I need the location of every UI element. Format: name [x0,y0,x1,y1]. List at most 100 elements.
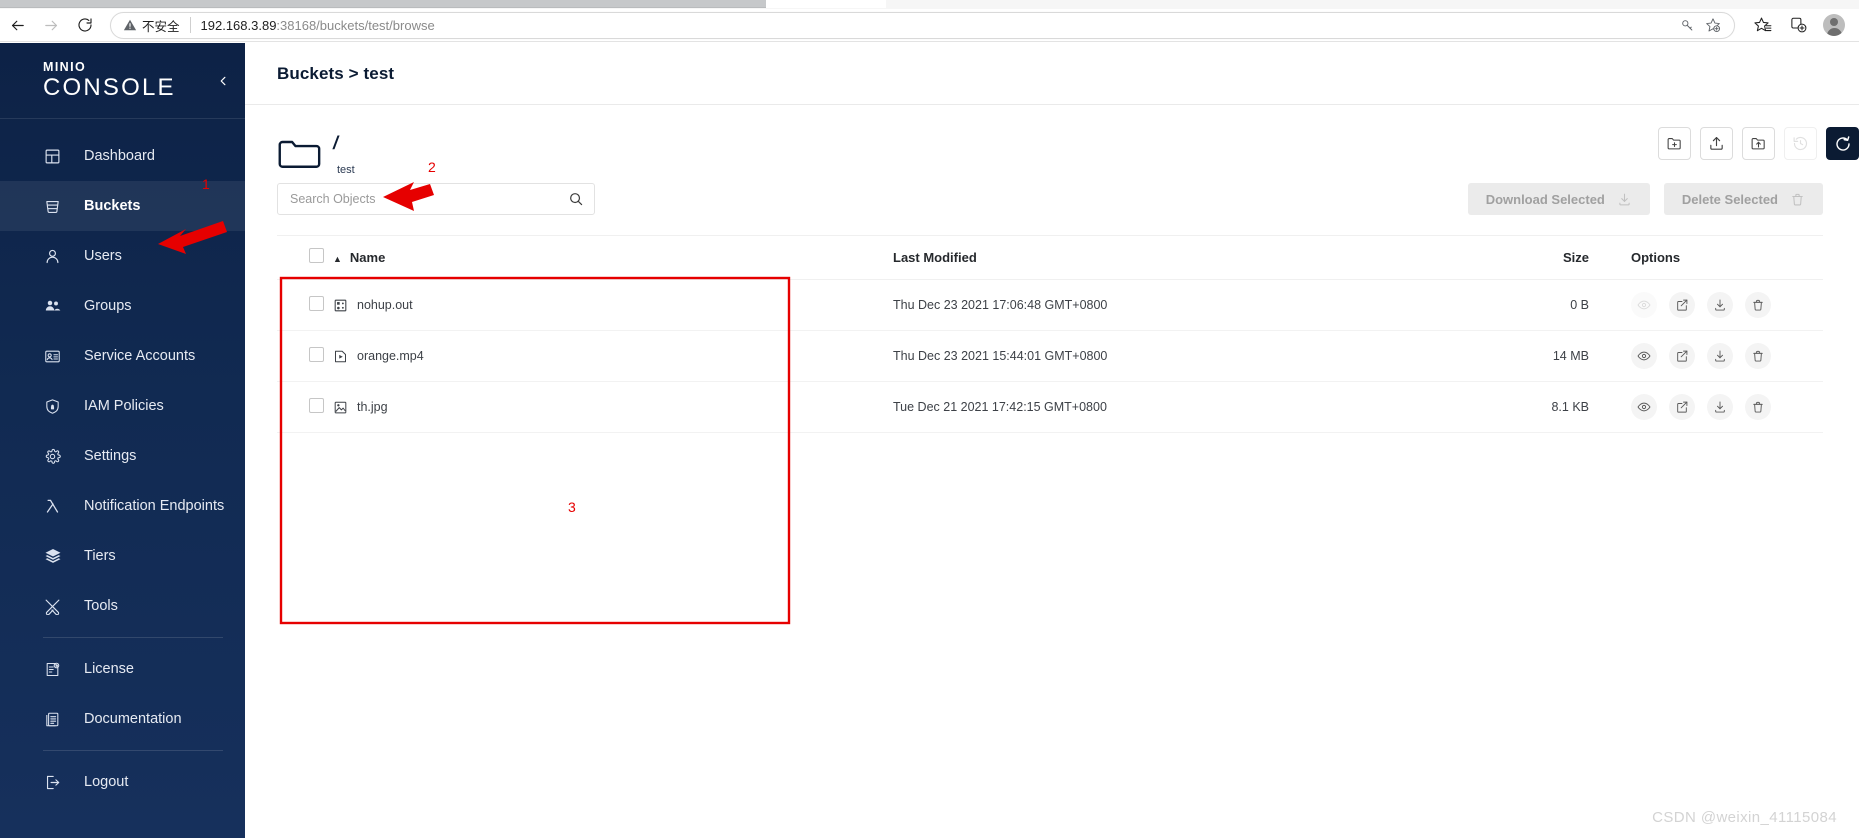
sidebar-item-label: Notification Endpoints [84,498,225,514]
dashboard-icon [43,147,62,166]
row-checkbox[interactable] [309,296,324,311]
delete-trash-icon[interactable] [1745,343,1771,369]
sidebar-item-label: Users [84,248,122,264]
sidebar-item-tools[interactable]: Tools [0,581,245,631]
sidebar-item-logout[interactable]: Logout [0,757,245,807]
folder-icon [277,135,321,171]
row-checkbox-cell [277,381,333,433]
forward-icon [34,11,68,39]
logo-minio-text: MINIO [43,59,87,74]
row-name-cell: th.jpg [333,381,893,433]
browser-tab-inactive[interactable] [766,0,886,8]
bulk-actions: Download Selected Delete Selected [1467,183,1823,215]
row-size: 14 MB [1453,330,1613,382]
row-checkbox[interactable] [309,347,324,362]
sidebar-item-tiers[interactable]: Tiers [0,531,245,581]
search-icon[interactable] [568,191,584,207]
sidebar-collapse-icon[interactable] [218,73,229,93]
browser-profile-avatar[interactable] [1823,14,1845,36]
back-icon[interactable] [0,11,34,39]
sidebar-item-service-accounts[interactable]: Service Accounts [0,331,245,381]
sidebar-item-users[interactable]: Users [0,231,245,281]
sidebar-item-settings[interactable]: Settings [0,431,245,481]
browser-tab[interactable] [0,0,766,8]
license-icon [43,660,62,679]
upload-folder-icon[interactable] [1742,127,1775,160]
download-icon [1619,193,1630,205]
download-icon[interactable] [1707,394,1733,420]
column-header-name-label: Name [349,249,386,265]
delete-selected-label: Delete Selected [1681,191,1778,207]
row-name-label: orange.mp4 [357,349,424,363]
column-header-last-modified[interactable]: Last Modified [893,236,1453,280]
sidebar: MINIO CONSOLE Dashboard Buckets Users Gr… [0,43,245,838]
annotation-number-1: 1 [202,176,210,192]
sidebar-item-label: Groups [84,298,132,314]
column-header-name[interactable]: ▲ Name [333,236,893,280]
sidebar-item-label: Documentation [84,711,182,727]
column-header-size[interactable]: Size [1453,236,1613,280]
create-folder-icon[interactable] [1658,127,1691,160]
favorites-icon[interactable] [1745,11,1781,39]
select-all-header [277,236,333,280]
share-icon[interactable] [1669,292,1695,318]
annotation-number-3: 3 [568,499,576,515]
sort-asc-icon: ▲ [333,253,342,264]
objects-table: ▲ Name Last Modified Size Options nohup.… [277,236,1823,433]
share-icon[interactable] [1669,394,1695,420]
table-row[interactable]: nohup.out Thu Dec 23 2021 17:06:48 GMT+0… [277,279,1823,331]
row-options-cell [1613,330,1823,382]
search-box[interactable] [277,183,595,215]
row-last-modified: Thu Dec 23 2021 17:06:48 GMT+0800 [893,279,1453,331]
row-size: 0 B [1453,279,1613,331]
objects-table-head: ▲ Name Last Modified Size Options [277,236,1823,280]
minio-console-app: MINIO CONSOLE Dashboard Buckets Users Gr… [0,43,1859,838]
delete-trash-icon[interactable] [1745,292,1771,318]
sidebar-item-documentation[interactable]: Documentation [0,694,245,744]
delete-selected-button[interactable]: Delete Selected [1663,183,1823,215]
refresh-icon[interactable] [1826,127,1859,160]
sidebar-item-label: Dashboard [84,148,155,164]
object-actions-toolbar [1658,127,1859,160]
warning-triangle-icon [123,19,137,31]
content-area: / test Download Selected [245,105,1859,433]
sidebar-item-dashboard[interactable]: Dashboard [0,131,245,181]
annotation-number-2: 2 [428,159,436,175]
sidebar-item-groups[interactable]: Groups [0,281,245,331]
download-selected-button[interactable]: Download Selected [1467,183,1650,215]
select-all-checkbox[interactable] [309,248,324,263]
security-status[interactable]: 不安全 [123,16,180,35]
password-key-icon[interactable] [1674,13,1700,37]
row-name-label: th.jpg [357,400,388,414]
sidebar-item-iam-policies[interactable]: IAM Policies [0,381,245,431]
share-icon[interactable] [1669,343,1695,369]
row-checkbox[interactable] [309,398,324,413]
table-row[interactable]: orange.mp4 Thu Dec 23 2021 15:44:01 GMT+… [277,330,1823,382]
url-host: 192.168.3.89 [200,17,277,33]
reload-icon[interactable] [68,11,102,39]
download-icon[interactable] [1707,343,1733,369]
url-text[interactable]: 192.168.3.89:38168/buckets/test/browse [201,18,1674,33]
sidebar-item-license[interactable]: License [0,644,245,694]
search-input[interactable] [290,192,568,206]
minio-logo[interactable]: MINIO CONSOLE [43,61,176,101]
tools-icon [43,597,62,616]
sidebar-item-label: Logout [84,774,129,790]
table-row[interactable]: th.jpg Tue Dec 21 2021 17:42:15 GMT+0800… [277,381,1823,433]
download-icon[interactable] [1707,292,1733,318]
column-header-size-label: Size [1562,249,1589,265]
sidebar-header: MINIO CONSOLE [0,43,245,119]
delete-trash-icon[interactable] [1745,394,1771,420]
upload-file-icon[interactable] [1700,127,1733,160]
add-favorite-icon[interactable] [1700,13,1726,37]
breadcrumb[interactable]: Buckets > test [277,64,394,84]
sidebar-item-notification-endpoints[interactable]: Notification Endpoints [0,481,245,531]
preview-eye-icon[interactable] [1631,394,1657,420]
lambda-icon [43,497,62,516]
preview-eye-icon[interactable] [1631,343,1657,369]
collections-icon[interactable] [1781,11,1817,39]
folder-path[interactable]: / [333,133,355,154]
address-bar[interactable]: 不安全 192.168.3.89:38168/buckets/test/brow… [110,11,1735,39]
row-options-cell [1613,381,1823,433]
browser-tab-strip [0,0,1859,9]
